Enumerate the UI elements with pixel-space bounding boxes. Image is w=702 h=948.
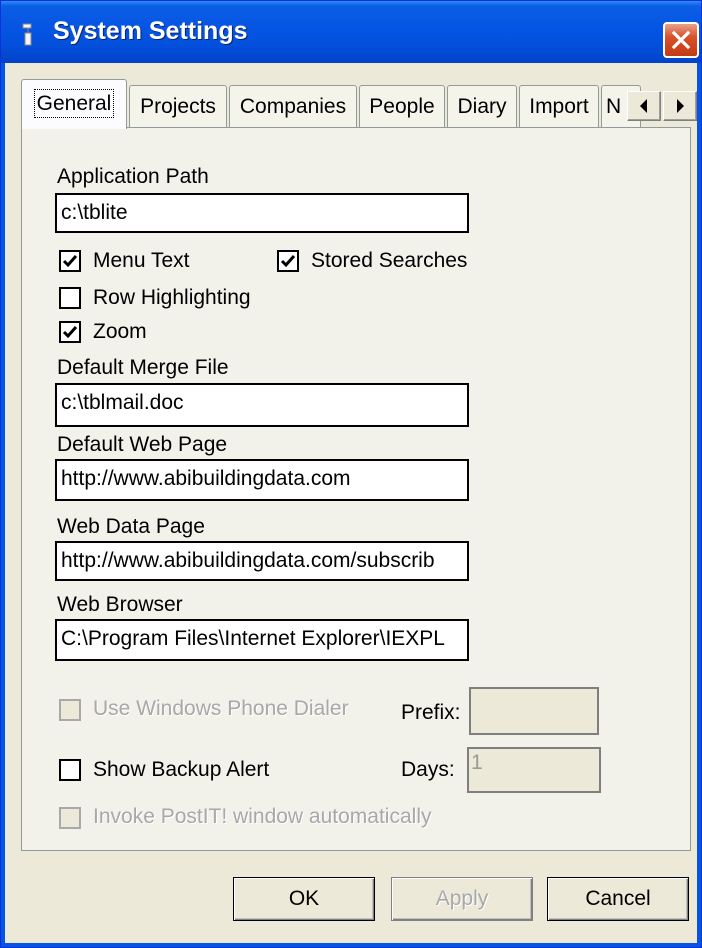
default-web-page-input[interactable]: http://www.abibuildingdata.com bbox=[55, 459, 469, 501]
postit-label: Invoke PostIT! window automatically bbox=[93, 805, 432, 828]
web-data-page-label: Web Data Page bbox=[57, 515, 205, 538]
tab-scroll-left-button[interactable] bbox=[627, 91, 661, 121]
zoom-label: Zoom bbox=[93, 320, 147, 343]
web-browser-input[interactable]: C:\Program Files\Internet Explorer\IEXPL bbox=[55, 619, 469, 661]
prefix-label: Prefix: bbox=[401, 701, 461, 724]
days-label: Days: bbox=[401, 758, 455, 781]
row-highlighting-checkbox[interactable] bbox=[59, 287, 81, 309]
application-path-label: Application Path bbox=[57, 165, 209, 188]
checkmark-icon bbox=[280, 255, 296, 268]
prefix-input[interactable] bbox=[469, 687, 599, 735]
default-merge-file-label: Default Merge File bbox=[57, 356, 229, 379]
backup-alert-checkbox[interactable] bbox=[59, 759, 81, 781]
row-highlighting-label: Row Highlighting bbox=[93, 286, 251, 309]
tab-people[interactable]: People bbox=[359, 85, 445, 127]
app-icon bbox=[19, 23, 37, 47]
window-border-right bbox=[697, 63, 701, 947]
close-button[interactable] bbox=[663, 22, 699, 58]
tab-general[interactable]: General bbox=[21, 79, 127, 129]
web-browser-label: Web Browser bbox=[57, 593, 183, 616]
window-border-left bbox=[1, 63, 5, 947]
phone-dialer-label: Use Windows Phone Dialer bbox=[93, 697, 349, 720]
menu-text-label: Menu Text bbox=[93, 249, 190, 272]
ok-button[interactable]: OK bbox=[233, 877, 375, 921]
menu-text-checkbox[interactable] bbox=[59, 250, 81, 272]
window-border-bottom bbox=[1, 943, 701, 947]
default-web-page-label: Default Web Page bbox=[57, 433, 228, 456]
tab-scroll-right-button[interactable] bbox=[663, 91, 697, 121]
web-data-page-input[interactable]: http://www.abibuildingdata.com/subscrib bbox=[55, 541, 469, 581]
tab-companies[interactable]: Companies bbox=[229, 85, 357, 127]
checkmark-icon bbox=[62, 326, 78, 339]
postit-checkbox[interactable] bbox=[59, 807, 81, 829]
tab-scroll-arrows bbox=[627, 91, 697, 121]
zoom-checkbox[interactable] bbox=[59, 321, 81, 343]
window-title: System Settings bbox=[53, 17, 248, 45]
phone-dialer-checkbox[interactable] bbox=[59, 699, 81, 721]
stored-searches-label: Stored Searches bbox=[311, 249, 468, 272]
cancel-button[interactable]: Cancel bbox=[547, 877, 689, 921]
tab-diary[interactable]: Diary bbox=[447, 85, 517, 127]
tab-projects[interactable]: Projects bbox=[129, 85, 227, 127]
stored-searches-checkbox[interactable] bbox=[277, 250, 299, 272]
tab-strip: General Projects Companies People Diary … bbox=[21, 79, 697, 129]
checkmark-icon bbox=[62, 255, 78, 268]
title-bar[interactable]: System Settings bbox=[1, 1, 701, 63]
backup-alert-label: Show Backup Alert bbox=[93, 758, 270, 781]
tab-import[interactable]: Import bbox=[519, 85, 599, 127]
apply-button[interactable]: Apply bbox=[391, 877, 533, 921]
application-path-input[interactable]: c:\tblite bbox=[55, 193, 469, 233]
days-input[interactable]: 1 bbox=[467, 747, 601, 793]
default-merge-file-input[interactable]: c:\tblmail.doc bbox=[55, 383, 469, 427]
system-settings-window: System Settings General Projects Compani… bbox=[0, 0, 702, 948]
